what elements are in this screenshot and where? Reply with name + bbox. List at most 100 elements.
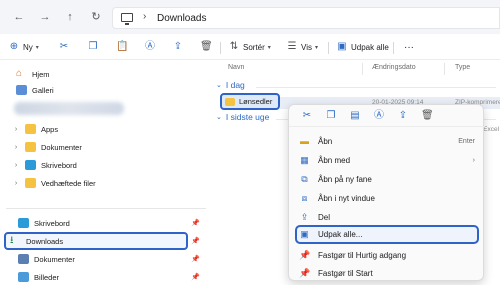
download-icon: ⭳ [10, 235, 14, 246]
menu-item-open-new-tab[interactable]: ⧉ Åbn på ny fane [289, 170, 485, 189]
onedrive-account-blurred[interactable] [14, 102, 124, 115]
sort-label: Sortér [243, 42, 265, 52]
back-arrow-icon[interactable]: ← [12, 10, 26, 24]
sidebar-item-label: Galleri [32, 85, 54, 95]
group-divider [256, 87, 496, 88]
chevron-right-icon: › [14, 143, 18, 151]
toolbar-divider [393, 42, 394, 54]
view-icon: ☰ [287, 41, 297, 52]
desktop-icon [18, 218, 29, 228]
chevron-down-icon: ▾ [314, 44, 318, 51]
sidebar-item-label: Vedhæftede filer [41, 178, 96, 188]
chevron-down-icon: ▾ [267, 44, 271, 51]
breadcrumb-downloads[interactable]: Downloads [157, 13, 206, 24]
pin-icon[interactable]: 📌 [191, 219, 200, 227]
file-row-lonsedler[interactable]: Lønsedler [220, 93, 280, 110]
sidebar-item-documents-quick[interactable]: Dokumenter 📌 [18, 251, 208, 267]
copy-icon[interactable]: ❐ [325, 110, 337, 122]
refresh-icon[interactable]: ↻ [89, 10, 103, 24]
menu-item-pin-quick-access[interactable]: 📌 Fastgør til Hurtig adgang [289, 246, 485, 265]
paste-icon[interactable]: 📋 [116, 41, 128, 53]
sort-button[interactable]: ⇅ Sortér ▾ [228, 39, 271, 55]
toolbar-divider [220, 42, 221, 54]
menu-item-extract-all[interactable]: ▣ Udpak alle... [295, 225, 479, 244]
cut-icon[interactable]: ✂ [301, 110, 313, 122]
address-bar[interactable]: › Downloads [112, 7, 500, 29]
group-header-last-week[interactable]: ⌄ I sidste uge [216, 112, 269, 122]
chevron-right-icon: › [14, 179, 18, 187]
extract-icon: ▣ [337, 41, 347, 52]
delete-icon[interactable]: 🗑 [421, 110, 434, 122]
menu-item-label: Fastgør til Hurtig adgang [318, 251, 407, 260]
sidebar-item-label: Dokumenter [41, 142, 82, 152]
column-header-name[interactable]: Navn [228, 64, 244, 71]
chevron-down-icon: ▾ [35, 44, 39, 51]
sidebar-item-pictures[interactable]: Billeder 📌 [18, 269, 208, 285]
sidebar-item-attachments[interactable]: › Vedhæftede filer [12, 175, 96, 191]
desktop-folder-icon [25, 160, 36, 170]
column-header-type[interactable]: Type [455, 64, 470, 71]
menu-item-open-with[interactable]: ▦ Åbn med › [289, 151, 485, 170]
menu-item-open[interactable]: ▬ Åbn Enter [289, 132, 485, 151]
shortcut-text: Enter [458, 138, 475, 145]
new-label: Ny [23, 42, 33, 52]
documents-icon [18, 254, 29, 264]
sidebar-item-gallery[interactable]: Galleri [16, 82, 54, 98]
home-icon: ⌂ [16, 68, 23, 79]
zip-folder-icon [225, 97, 235, 106]
extract-icon: ▣ [300, 229, 309, 239]
menu-item-pin-start[interactable]: 📌 Fastgør til Start [289, 264, 485, 283]
chevron-down-icon: ⌄ [216, 114, 222, 121]
sort-icon: ⇅ [229, 41, 239, 52]
column-header-date[interactable]: Ændringsdato [372, 64, 416, 71]
pin-icon[interactable]: 📌 [191, 255, 200, 263]
sidebar-item-label: Billeder [34, 272, 60, 282]
share-icon[interactable]: ⇪ [397, 110, 409, 122]
sidebar-item-label: Dokumenter [34, 254, 75, 264]
submenu-chevron-icon: › [472, 157, 475, 164]
group-header-today[interactable]: ⌄ I dag [216, 80, 245, 90]
menu-item-label: Udpak alle... [318, 230, 363, 239]
new-tab-icon: ⧉ [301, 174, 308, 184]
breadcrumb-separator: › [143, 11, 147, 22]
sidebar-item-home[interactable]: ⌂ Hjem [16, 66, 50, 82]
delete-icon[interactable]: 🗑 [200, 41, 213, 53]
pin-icon[interactable]: 📌 [191, 273, 200, 281]
extract-all-button[interactable]: ▣ Udpak alle [336, 39, 389, 55]
toolbar-divider [328, 42, 329, 54]
sidebar-item-desktop-quick[interactable]: Skrivebord 📌 [18, 215, 208, 231]
copy-icon[interactable]: ❐ [87, 41, 99, 53]
up-arrow-icon[interactable]: ↑ [63, 10, 77, 24]
view-label: Vis [301, 42, 312, 52]
sidebar-item-downloads[interactable]: ⭳ Downloads 📌 [10, 233, 208, 249]
navigation-pane: ⌂ Hjem Galleri › Apps › Dokumenter › Skr… [0, 60, 212, 282]
plus-circle-icon: ⊕ [9, 41, 19, 52]
file-name: Lønsedler [239, 97, 273, 106]
copy-path-icon[interactable]: ▤ [349, 110, 361, 122]
sidebar-item-desktop[interactable]: › Skrivebord [12, 157, 77, 173]
rename-icon[interactable]: Ⓐ [144, 41, 156, 53]
chevron-right-icon: › [14, 125, 18, 133]
sidebar-divider [6, 208, 206, 209]
more-options-button[interactable]: ··· [404, 39, 414, 55]
new-button[interactable]: ⊕ Ny ▾ [8, 39, 39, 55]
view-button[interactable]: ☰ Vis ▾ [286, 39, 318, 55]
sidebar-item-apps[interactable]: › Apps [12, 121, 58, 137]
menu-item-label: Del [318, 213, 331, 222]
folder-icon [25, 142, 36, 152]
pin-icon[interactable]: 📌 [191, 237, 200, 245]
menu-item-label: Åbn på ny fane [318, 175, 372, 184]
this-pc-icon [121, 13, 133, 25]
pin-icon: 📌 [299, 250, 311, 260]
sidebar-item-label: Downloads [26, 236, 64, 246]
rename-icon[interactable]: Ⓐ [373, 110, 385, 122]
address-bar-area: ← → ↑ ↻ › Downloads [0, 0, 500, 34]
folder-open-icon: ▬ [300, 136, 309, 146]
sidebar-item-documents[interactable]: › Dokumenter [12, 139, 82, 155]
group-label: I sidste uge [225, 112, 270, 122]
menu-item-label: Åbn med [318, 156, 351, 165]
cut-icon[interactable]: ✂ [58, 41, 70, 53]
share-icon[interactable]: ⇪ [172, 41, 184, 53]
menu-item-open-new-window[interactable]: ⧈ Åbn i nyt vindue [289, 189, 485, 208]
forward-arrow-icon[interactable]: → [38, 10, 52, 24]
